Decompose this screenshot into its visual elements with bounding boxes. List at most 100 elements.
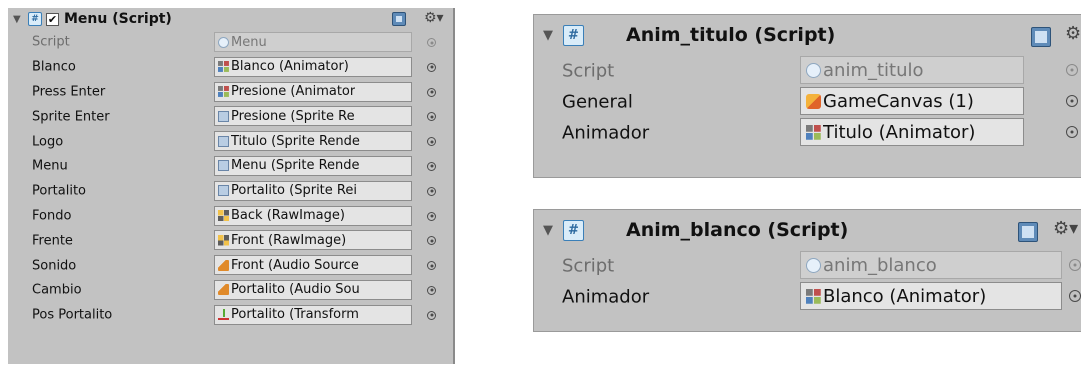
- object-field-sonido[interactable]: Front (Audio Source: [214, 255, 412, 276]
- object-picker-icon[interactable]: [427, 137, 436, 147]
- field-label: Sprite Enter: [32, 109, 110, 125]
- object-picker-icon[interactable]: [427, 62, 436, 72]
- field-row-script: Script Menu: [8, 30, 453, 55]
- field-row-script: Script anim_blanco: [534, 250, 1081, 281]
- help-book-icon[interactable]: [392, 12, 406, 26]
- object-field-cambio[interactable]: Portalito (Audio Sou: [214, 279, 412, 300]
- animator-icon: [218, 61, 229, 73]
- field-label: Script: [562, 60, 615, 81]
- component-title: Anim_blanco (Script): [626, 219, 849, 241]
- gear-icon[interactable]: ⚙▾: [1065, 23, 1081, 44]
- audio-source-icon: [218, 259, 229, 271]
- field-row-portalito: Portalito Portalito (Sprite Rei: [8, 179, 453, 204]
- csharp-script-icon: #: [563, 24, 584, 46]
- object-field-portalito[interactable]: Portalito (Sprite Rei: [214, 180, 412, 201]
- component-header[interactable]: ▼ # Anim_blanco (Script) ⚙▾: [534, 210, 1081, 250]
- script-icon: [806, 257, 821, 273]
- object-field-frente[interactable]: Front (RawImage): [214, 230, 412, 251]
- object-field-menu[interactable]: Menu (Sprite Rende: [214, 155, 412, 176]
- csharp-script-icon: #: [563, 219, 584, 241]
- object-picker-icon[interactable]: [427, 211, 436, 221]
- field-label: Cambio: [32, 282, 82, 298]
- object-picker-icon[interactable]: [427, 285, 436, 295]
- field-row-blanco: Blanco Blanco (Animator): [8, 55, 453, 80]
- gear-icon[interactable]: ⚙▾: [1053, 218, 1078, 239]
- field-label: Script: [562, 255, 615, 276]
- sprite-renderer-icon: [218, 110, 229, 122]
- component-header[interactable]: ▼ # Anim_titulo (Script) ⚙▾: [534, 15, 1081, 55]
- sprite-renderer-icon: [218, 185, 229, 197]
- field-row-frente: Frente Front (RawImage): [8, 228, 453, 253]
- object-picker-icon[interactable]: [427, 236, 436, 246]
- object-picker-icon[interactable]: [427, 87, 436, 97]
- object-picker-icon[interactable]: [1066, 126, 1078, 138]
- object-field-script: anim_titulo: [800, 56, 1024, 84]
- component-header[interactable]: ▼ # ✔ Menu (Script) ⚙▾: [8, 8, 453, 30]
- gear-icon[interactable]: ⚙▾: [424, 10, 444, 26]
- sprite-renderer-icon: [218, 135, 229, 147]
- field-label: Fondo: [32, 208, 72, 224]
- audio-source-icon: [218, 284, 229, 296]
- field-row-sprite-enter: Sprite Enter Presione (Sprite Re: [8, 104, 453, 129]
- field-label: Frente: [32, 233, 73, 249]
- field-label: Animador: [562, 122, 650, 143]
- object-field-animador[interactable]: Titulo (Animator): [800, 118, 1024, 146]
- field-row-general: General GameCanvas (1): [534, 86, 1081, 117]
- object-picker-icon[interactable]: [427, 310, 436, 320]
- object-field-sprite-enter[interactable]: Presione (Sprite Re: [214, 106, 412, 127]
- object-picker-icon[interactable]: [427, 261, 436, 271]
- object-field-pos-portalito[interactable]: Portalito (Transform: [214, 304, 412, 325]
- object-picker-icon: [1066, 64, 1078, 76]
- field-row-animador: Animador Titulo (Animator): [534, 117, 1081, 148]
- field-label: Animador: [562, 286, 650, 307]
- foldout-arrow-icon[interactable]: ▼: [543, 28, 561, 43]
- foldout-arrow-icon[interactable]: ▼: [543, 223, 561, 238]
- field-label: Blanco: [32, 59, 76, 75]
- object-field-logo[interactable]: Titulo (Sprite Rende: [214, 131, 412, 152]
- field-row-script: Script anim_titulo: [534, 55, 1081, 86]
- raw-image-icon: [218, 210, 229, 222]
- field-label: Sonido: [32, 258, 77, 274]
- object-picker-icon[interactable]: [1066, 95, 1078, 107]
- field-label: Pos Portalito: [32, 307, 113, 323]
- object-field-script: Menu: [214, 32, 412, 52]
- anim-titulo-script-component: ▼ # Anim_titulo (Script) ⚙▾ Script anim_…: [533, 14, 1081, 178]
- object-field-fondo[interactable]: Back (RawImage): [214, 205, 412, 226]
- animator-icon: [218, 86, 229, 98]
- component-title: Anim_titulo (Script): [626, 24, 836, 46]
- component-enabled-checkbox[interactable]: ✔: [46, 12, 59, 26]
- object-picker-icon[interactable]: [427, 161, 436, 171]
- sprite-renderer-icon: [218, 160, 229, 172]
- field-row-fondo: Fondo Back (RawImage): [8, 204, 453, 229]
- help-book-icon[interactable]: [1018, 222, 1038, 242]
- field-row-logo: Logo Titulo (Sprite Rende: [8, 129, 453, 154]
- field-label: Portalito: [32, 183, 87, 199]
- object-picker-icon: [1069, 259, 1081, 271]
- component-title: Menu (Script): [64, 11, 172, 27]
- field-row-pos-portalito: Pos Portalito Portalito (Transform: [8, 303, 453, 328]
- object-field-blanco[interactable]: Blanco (Animator): [214, 56, 412, 77]
- anim-blanco-script-component: ▼ # Anim_blanco (Script) ⚙▾ Script anim_…: [533, 209, 1081, 332]
- field-row-menu: Menu Menu (Sprite Rende: [8, 154, 453, 179]
- object-picker-icon[interactable]: [1069, 290, 1081, 302]
- field-label: Press Enter: [32, 84, 106, 100]
- field-row-sonido: Sonido Front (Audio Source: [8, 253, 453, 278]
- field-label: General: [562, 91, 633, 112]
- field-label: Logo: [32, 134, 64, 150]
- object-field-animador[interactable]: Blanco (Animator): [800, 282, 1062, 310]
- csharp-script-icon: #: [28, 12, 42, 26]
- help-book-icon[interactable]: [1031, 27, 1051, 47]
- gameobject-icon: [806, 93, 821, 109]
- object-picker-icon[interactable]: [427, 112, 436, 122]
- field-label: Menu: [32, 158, 68, 174]
- field-row-press-enter: Press Enter Presione (Animator: [8, 80, 453, 105]
- object-picker-icon[interactable]: [427, 186, 436, 196]
- object-field-press-enter[interactable]: Presione (Animator: [214, 81, 412, 102]
- object-field-script: anim_blanco: [800, 251, 1062, 279]
- object-field-general[interactable]: GameCanvas (1): [800, 87, 1024, 115]
- script-icon: [806, 62, 821, 78]
- animator-icon: [806, 124, 821, 140]
- object-picker-icon: [427, 38, 436, 47]
- foldout-arrow-icon[interactable]: ▼: [13, 14, 25, 25]
- field-row-animador: Animador Blanco (Animator): [534, 281, 1081, 312]
